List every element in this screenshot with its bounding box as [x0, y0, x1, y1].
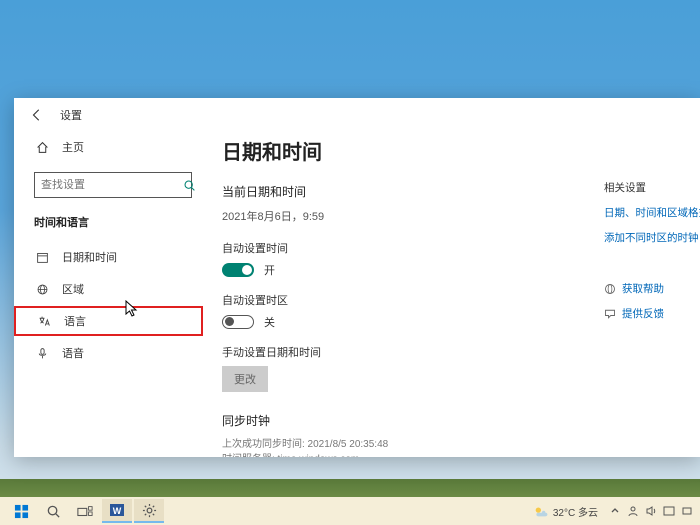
taskbar-app-settings[interactable]	[134, 499, 164, 523]
weather-icon	[533, 504, 549, 518]
tray-network-icon[interactable]	[680, 505, 694, 517]
page-title: 日期和时间	[222, 136, 604, 165]
related-panel: 相关设置 日期、时间和区域格式设置 添加不同时区的时钟 获取帮助 提供反馈	[604, 136, 700, 457]
sidebar-home[interactable]: 主页	[34, 132, 206, 162]
settings-window: 设置 主页 时间和语言 日期和	[14, 98, 700, 457]
current-datetime-label: 当前日期和时间	[222, 183, 604, 200]
last-sync-text: 上次成功同步时间: 2021/8/5 20:35:48	[222, 437, 604, 452]
auto-timezone-state: 关	[264, 314, 275, 330]
start-button[interactable]	[6, 499, 36, 523]
sidebar: 主页 时间和语言 日期和时间	[14, 132, 212, 457]
auto-time-label: 自动设置时间	[222, 240, 604, 256]
taskbar-weather[interactable]: 32°C 多云	[533, 504, 598, 519]
time-server-text: 时间服务器: time.windows.com	[222, 452, 604, 457]
auto-time-state: 开	[264, 262, 275, 278]
auto-timezone-label: 自动设置时区	[222, 292, 604, 308]
feedback-icon	[604, 308, 616, 320]
get-help-link[interactable]: 获取帮助	[604, 281, 700, 296]
sync-clock-heading: 同步时钟	[222, 412, 604, 429]
sidebar-item-region[interactable]: 区域	[14, 274, 206, 304]
search-box[interactable]	[34, 172, 192, 198]
sidebar-item-label: 日期和时间	[62, 249, 117, 265]
current-datetime-value: 2021年8月6日，9:59	[222, 208, 604, 224]
tray-ime-icon[interactable]	[662, 505, 676, 517]
help-icon	[604, 283, 616, 295]
svg-text:W: W	[113, 506, 122, 516]
sidebar-item-label: 语言	[64, 313, 86, 329]
taskbar-app-word[interactable]: W	[102, 499, 132, 523]
taskbar[interactable]: W 32°C 多云	[0, 497, 700, 525]
search-taskbar-button[interactable]	[38, 499, 68, 523]
change-button[interactable]: 更改	[222, 366, 268, 392]
sidebar-item-label: 语音	[62, 345, 84, 361]
tray-people-icon[interactable]	[626, 505, 640, 517]
window-header: 设置	[14, 98, 700, 132]
manual-set-label: 手动设置日期和时间	[222, 344, 604, 360]
sidebar-home-label: 主页	[62, 139, 84, 155]
main-content: 日期和时间 当前日期和时间 2021年8月6日，9:59 自动设置时间 开 自动…	[222, 136, 604, 457]
task-view-button[interactable]	[70, 499, 100, 523]
sidebar-item-datetime[interactable]: 日期和时间	[14, 242, 206, 272]
sidebar-section-title: 时间和语言	[34, 214, 206, 230]
tray-volume-icon[interactable]	[644, 505, 658, 517]
tray-chevron-icon[interactable]	[608, 506, 622, 516]
globe-icon	[34, 283, 50, 296]
related-settings-title: 相关设置	[604, 180, 700, 195]
search-icon	[183, 179, 196, 192]
back-button[interactable]	[28, 106, 46, 124]
feedback-link[interactable]: 提供反馈	[604, 306, 700, 321]
sidebar-item-speech[interactable]: 语音	[14, 338, 206, 368]
language-icon	[36, 315, 52, 328]
window-title: 设置	[60, 107, 82, 123]
sidebar-item-label: 区域	[62, 281, 84, 297]
search-input[interactable]	[41, 179, 183, 191]
related-link-timezones[interactable]: 添加不同时区的时钟	[604, 230, 700, 245]
home-icon	[34, 141, 50, 154]
microphone-icon	[34, 347, 50, 360]
calendar-clock-icon	[34, 251, 50, 264]
sidebar-item-language[interactable]: 语言	[14, 306, 203, 336]
related-link-format[interactable]: 日期、时间和区域格式设置	[604, 205, 700, 220]
weather-text: 32°C 多云	[553, 504, 598, 519]
auto-timezone-toggle[interactable]	[222, 315, 254, 329]
auto-time-toggle[interactable]	[222, 263, 254, 277]
